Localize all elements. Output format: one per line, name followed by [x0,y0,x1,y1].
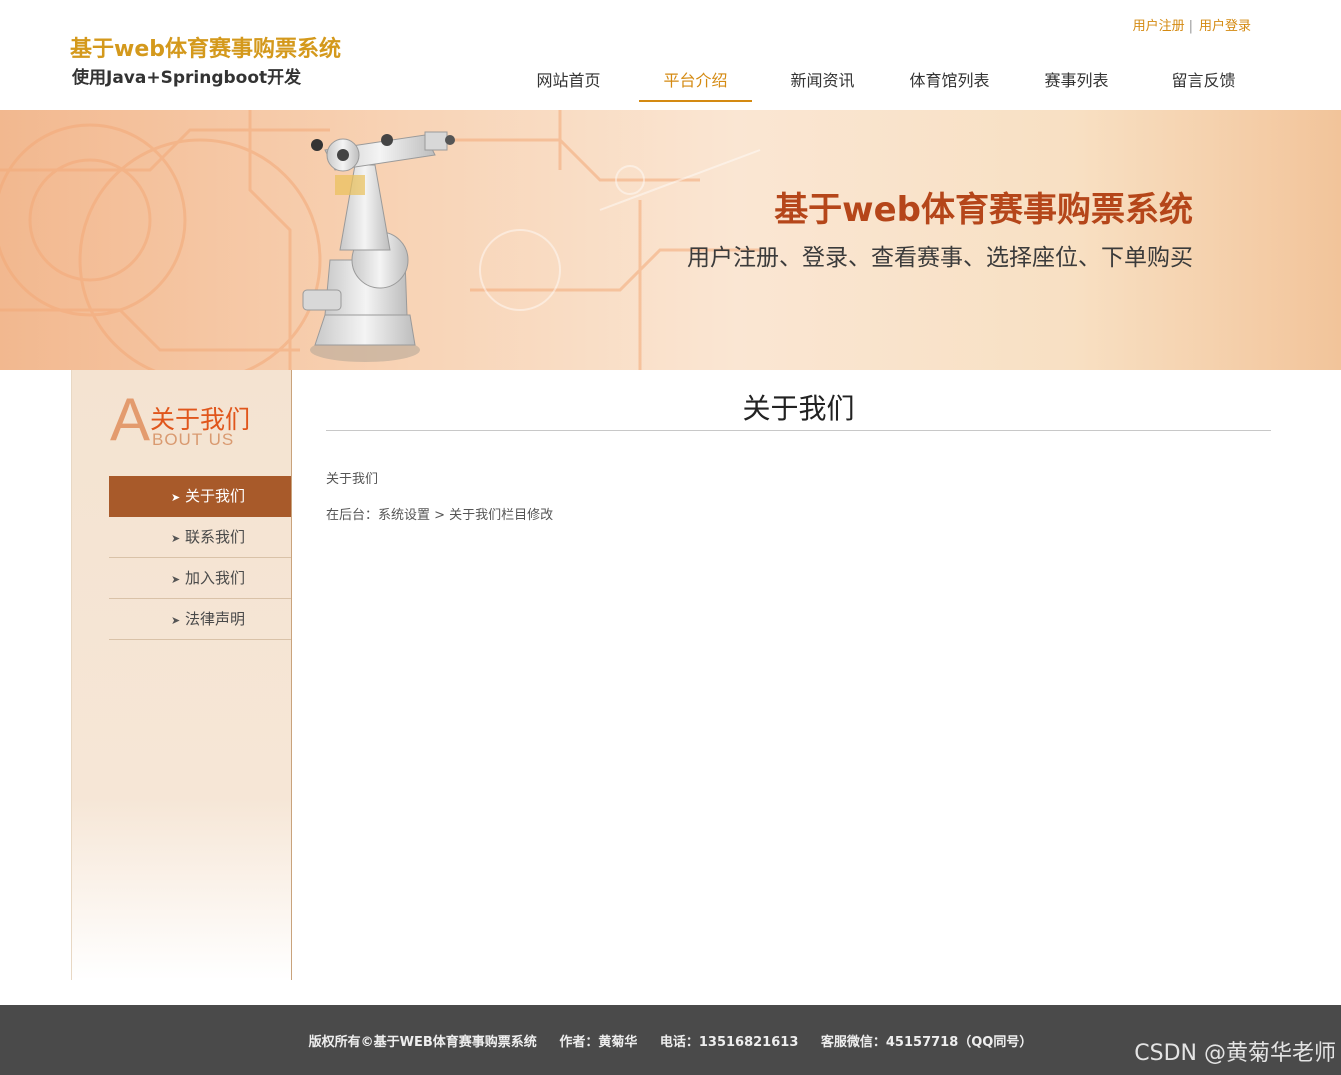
nav-platform-intro[interactable]: 平台介绍 [632,62,759,102]
register-link[interactable]: 用户注册 [1133,19,1185,34]
banner-subtitle: 用户注册、登录、查看赛事、选择座位、下单购买 [687,245,1193,271]
main-content: 关于我们 关于我们 在后台：系统设置 > 关于我们栏目修改 [326,370,1271,523]
sidebar-item-legal[interactable]: ➤ 法律声明 [109,599,291,640]
site-subtitle: 使用Java+Springboot开发 [72,68,302,88]
page-title: 关于我们 [326,370,1271,431]
csdn-watermark: CSDN @黄菊华老师 [1134,1041,1336,1066]
footer-wechat: 客服微信：45157718（QQ同号） [820,1035,1033,1050]
sidebar-item-label: 法律声明 [185,610,246,628]
site-header: 基于web体育赛事购票系统 使用Java+Springboot开发 用户注册 | 用… [0,0,1341,110]
chevron-right-icon: ➤ [171,614,181,627]
content-text: 关于我们 [326,472,379,487]
chevron-right-icon: ➤ [171,573,181,586]
hero-banner: 基于web体育赛事购票系统 用户注册、登录、查看赛事、选择座位、下单购买 [0,110,1341,370]
footer-phone: 电话：13516821613 [659,1035,799,1050]
chevron-right-icon: ➤ [171,491,181,504]
nav-home[interactable]: 网站首页 [505,62,632,100]
nav-feedback[interactable]: 留言反馈 [1140,62,1267,100]
nav-news[interactable]: 新闻资讯 [759,62,886,100]
sidebar-item-about-us[interactable]: ➤ 关于我们 [109,476,291,517]
footer-author: 作者：黄菊华 [559,1035,638,1050]
sidebar-item-join-us[interactable]: ➤ 加入我们 [109,558,291,599]
sidebar-item-label: 联系我们 [185,528,246,546]
user-links: 用户注册 | 用户登录 [1133,15,1251,34]
nav-stadium-list[interactable]: 体育馆列表 [886,62,1013,100]
sidebar-menu: ➤ 关于我们 ➤ 联系我们 ➤ 加入我们 ➤ 法律声明 [109,476,291,640]
sidebar-logo-letter: A [110,386,151,453]
banner-title: 基于web体育赛事购票系统 [774,190,1193,230]
sidebar-logo-subtitle: BOUT US [152,430,235,449]
nav-event-list[interactable]: 赛事列表 [1013,62,1140,100]
main-nav: 网站首页 平台介绍 新闻资讯 体育馆列表 赛事列表 留言反馈 [505,62,1267,102]
link-separator: | [1188,19,1193,34]
login-link[interactable]: 用户登录 [1199,19,1251,34]
sidebar-item-contact-us[interactable]: ➤ 联系我们 [109,517,291,558]
content-hint: 在后台：系统设置 > 关于我们栏目修改 [326,508,554,523]
robot-arm-icon [302,131,455,362]
footer-copyright: 版权所有©基于WEB体育赛事购票系统 [308,1035,537,1050]
sidebar: A 关于我们 BOUT US ➤ 关于我们 ➤ 联系我们 ➤ 加入我们 ➤ 法律声明 [71,370,292,980]
chevron-right-icon: ➤ [171,532,181,545]
sidebar-item-label: 加入我们 [185,569,246,587]
sidebar-item-label: 关于我们 [185,487,246,505]
site-title[interactable]: 基于web体育赛事购票系统 [70,31,341,63]
